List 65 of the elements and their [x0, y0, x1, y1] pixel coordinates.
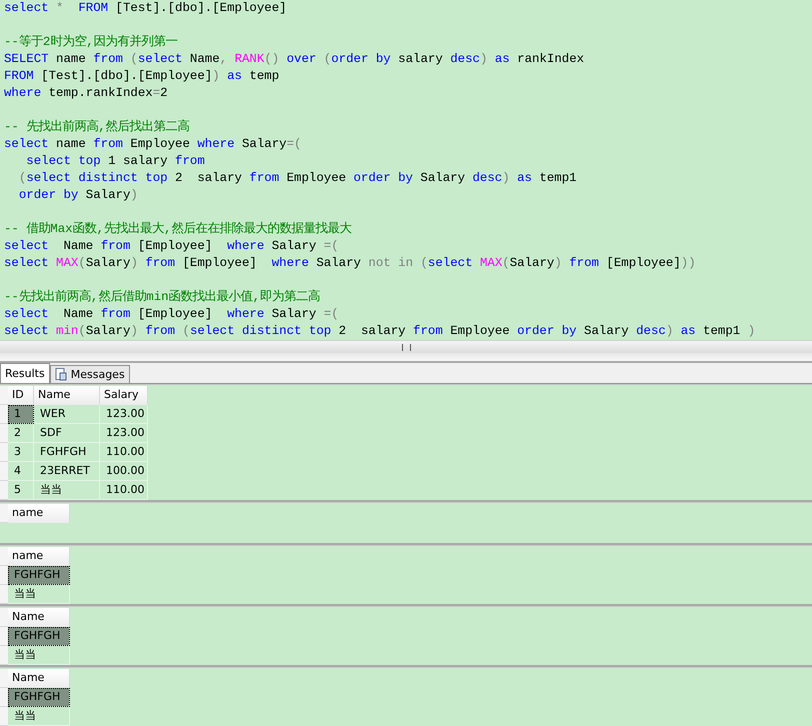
code-line: select name from Employee where Salary=( — [4, 136, 302, 153]
table-cell: 5 — [8, 481, 34, 500]
row-header[interactable] — [0, 669, 8, 688]
code-line: --先找出前两高,然后借助min函数找出最小值,即为第二高 — [4, 289, 322, 306]
row-header[interactable] — [0, 585, 8, 604]
table-cell: 3 — [8, 443, 34, 462]
table-cell: 123.00 — [100, 405, 148, 424]
table-cell: WER — [34, 405, 100, 424]
column-header[interactable]: ID — [8, 386, 34, 405]
column-header[interactable]: Salary — [100, 386, 148, 405]
code-line: (select distinct top 2 salary from Employee order by Salary desc) as temp1 — [18, 170, 578, 187]
table-cell: FGHFGH — [8, 627, 70, 646]
table-cell: 110.00 — [100, 481, 148, 500]
row-header[interactable] — [0, 688, 8, 707]
column-header[interactable]: name — [8, 547, 70, 566]
table-cell: 23ERRET — [34, 462, 100, 481]
code-line: select Name from [Employee] where Salary =( — [4, 306, 340, 323]
table-cell: 当当 — [34, 481, 100, 500]
row-header[interactable] — [0, 566, 8, 585]
table-cell: FGHFGH — [8, 566, 70, 585]
column-header[interactable]: name — [8, 504, 70, 523]
row-header[interactable] — [0, 547, 8, 566]
table-cell: 100.00 — [100, 462, 148, 481]
code-line: FROM [Test].[dbo].[Employee]) as temp — [4, 68, 280, 85]
row-header[interactable] — [0, 424, 8, 443]
table-cell: 当当 — [8, 585, 70, 604]
column-header[interactable]: Name — [8, 608, 70, 627]
row-header[interactable] — [0, 405, 8, 424]
table-cell: 2 — [8, 424, 34, 443]
code-line: select top 1 salary from — [25, 153, 206, 170]
code-line: -- 借助Max函数,先找出最大,然后在在排除最大的数据量找最大 — [4, 221, 352, 238]
results-tab[interactable]: Messages — [50, 365, 130, 383]
column-header[interactable]: Name — [34, 386, 100, 405]
row-header[interactable] — [0, 627, 8, 646]
table-cell: 当当 — [8, 646, 70, 665]
table-cell: 当当 — [8, 707, 70, 726]
table-cell: 4 — [8, 462, 34, 481]
results-tab[interactable]: Results — [0, 363, 50, 383]
code-line: -- 先找出前两高,然后找出第二高 — [4, 119, 191, 136]
code-line: select MAX(Salary) from [Employee] where Salary not in (select MAX(Salary) from [Employee])) — [4, 255, 697, 272]
code-line: select Name from [Employee] where Salary =( — [4, 238, 340, 255]
code-line: order by Salary) — [18, 187, 139, 204]
document-icon — [54, 368, 67, 381]
table-cell: 110.00 — [100, 443, 148, 462]
row-header[interactable] — [0, 462, 8, 481]
row-header[interactable] — [0, 504, 8, 523]
table-cell: FGHFGH — [8, 688, 70, 707]
table-cell: 1 — [8, 405, 34, 424]
row-header[interactable] — [0, 386, 8, 405]
column-header[interactable]: Name — [8, 669, 70, 688]
table-cell: 123.00 — [100, 424, 148, 443]
code-line: where temp.rankIndex=2 — [4, 85, 169, 102]
table-cell: FGHFGH — [34, 443, 100, 462]
row-header[interactable] — [0, 481, 8, 500]
row-header[interactable] — [0, 646, 8, 665]
row-header[interactable] — [0, 707, 8, 726]
table-cell: SDF — [34, 424, 100, 443]
code-line: SELECT name from (select Name, RANK() over (order by salary desc) as rankIndex — [4, 51, 586, 68]
row-header[interactable] — [0, 608, 8, 627]
code-line: select * FROM [Test].[dbo].[Employee] — [4, 0, 288, 17]
code-line: --等于2时为空,因为有并列第一 — [4, 34, 179, 51]
grip-icon[interactable] — [402, 344, 410, 350]
row-header[interactable] — [0, 443, 8, 462]
code-line: select min(Salary) from (select distinct top 2 salary from Employee order by Salary desc) as temp1 ) — [4, 323, 756, 340]
horizontal-scrollbar[interactable] — [0, 340, 812, 353]
